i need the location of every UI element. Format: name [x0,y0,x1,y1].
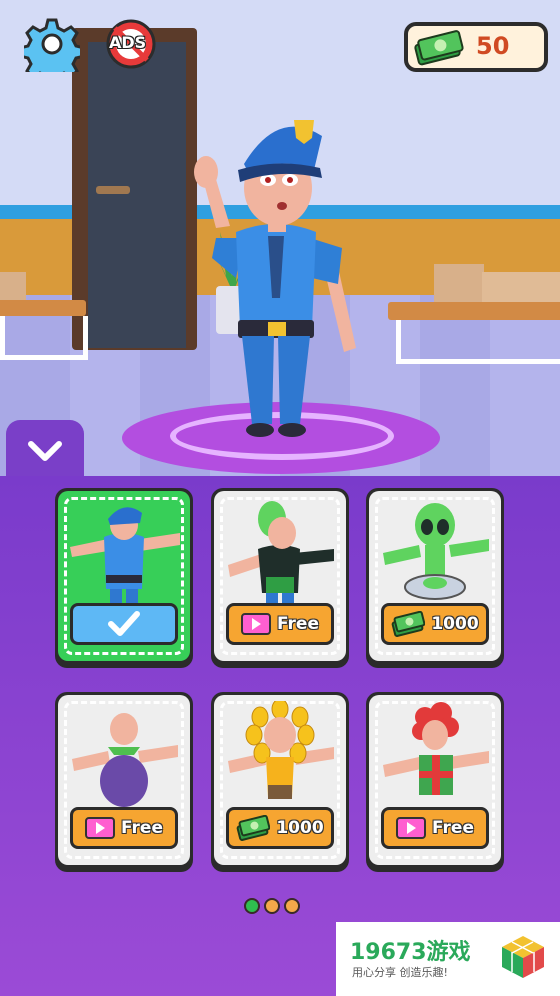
bench-right-legs [396,320,560,364]
buy-button[interactable]: 1000 [226,807,334,849]
bench-left [0,300,86,316]
watermark-brand: 19673游戏 [350,940,471,965]
skin-card-gift-rose[interactable]: Free [366,692,504,872]
free-unlock-button[interactable]: Free [70,807,178,849]
page-dot[interactable] [264,898,280,914]
video-ad-icon [241,613,272,635]
cube-logo-icon [502,936,544,978]
sunflower-skin-thumbnail [228,701,334,799]
button-label: Free [277,614,319,634]
currency-display: 50 [404,22,548,72]
skin-card-alien-ufo[interactable]: 1000 [366,488,504,668]
collapse-panel-button[interactable] [6,420,84,480]
alien-ufo-skin-thumbnail [383,503,489,600]
bench-left-legs [0,316,88,360]
door [88,42,186,348]
grape-skin-thumbnail [72,713,178,807]
police-skin-thumbnail [70,507,180,605]
button-label: Free [432,818,474,838]
free-unlock-button[interactable]: Free [381,807,489,849]
skin-card-alien-hoodie[interactable]: Free [211,488,349,668]
equipped-button[interactable] [70,603,178,645]
free-unlock-button[interactable]: Free [226,603,334,645]
button-label: Free [121,818,163,838]
alien-hoodie-skin-thumbnail [228,501,334,605]
skin-card-sunflower[interactable]: 1000 [211,692,349,872]
cash-stack-icon [391,611,426,637]
price-label: 1000 [431,614,479,634]
checkmark-icon [108,611,140,636]
buy-button[interactable]: 1000 [381,603,489,645]
site-watermark: 19673游戏 用心分享 创造乐趣! [336,922,560,996]
cash-stack-icon [414,30,464,66]
gear-icon [18,18,86,86]
no-ads-button[interactable]: ADS [102,18,160,70]
gift-rose-skin-thumbnail [383,702,489,795]
chevron-down-icon [28,441,62,461]
settings-button[interactable] [18,16,86,86]
cash-stack-icon [236,815,271,841]
currency-amount: 50 [476,32,510,60]
page-dot[interactable] [284,898,300,914]
skin-card-grape[interactable]: Free [55,692,193,872]
door-handle [96,186,130,194]
page-indicator [244,898,300,914]
page-dot-active[interactable] [244,898,260,914]
video-ad-icon [85,817,116,839]
video-ad-icon [396,817,427,839]
no-ads-label: ADS [109,33,147,52]
price-label: 1000 [276,818,324,838]
skin-card-police[interactable] [55,488,193,668]
police-character [194,120,356,437]
watermark-slogan: 用心分享 创造乐趣! [352,966,448,979]
bench-right [388,302,560,320]
